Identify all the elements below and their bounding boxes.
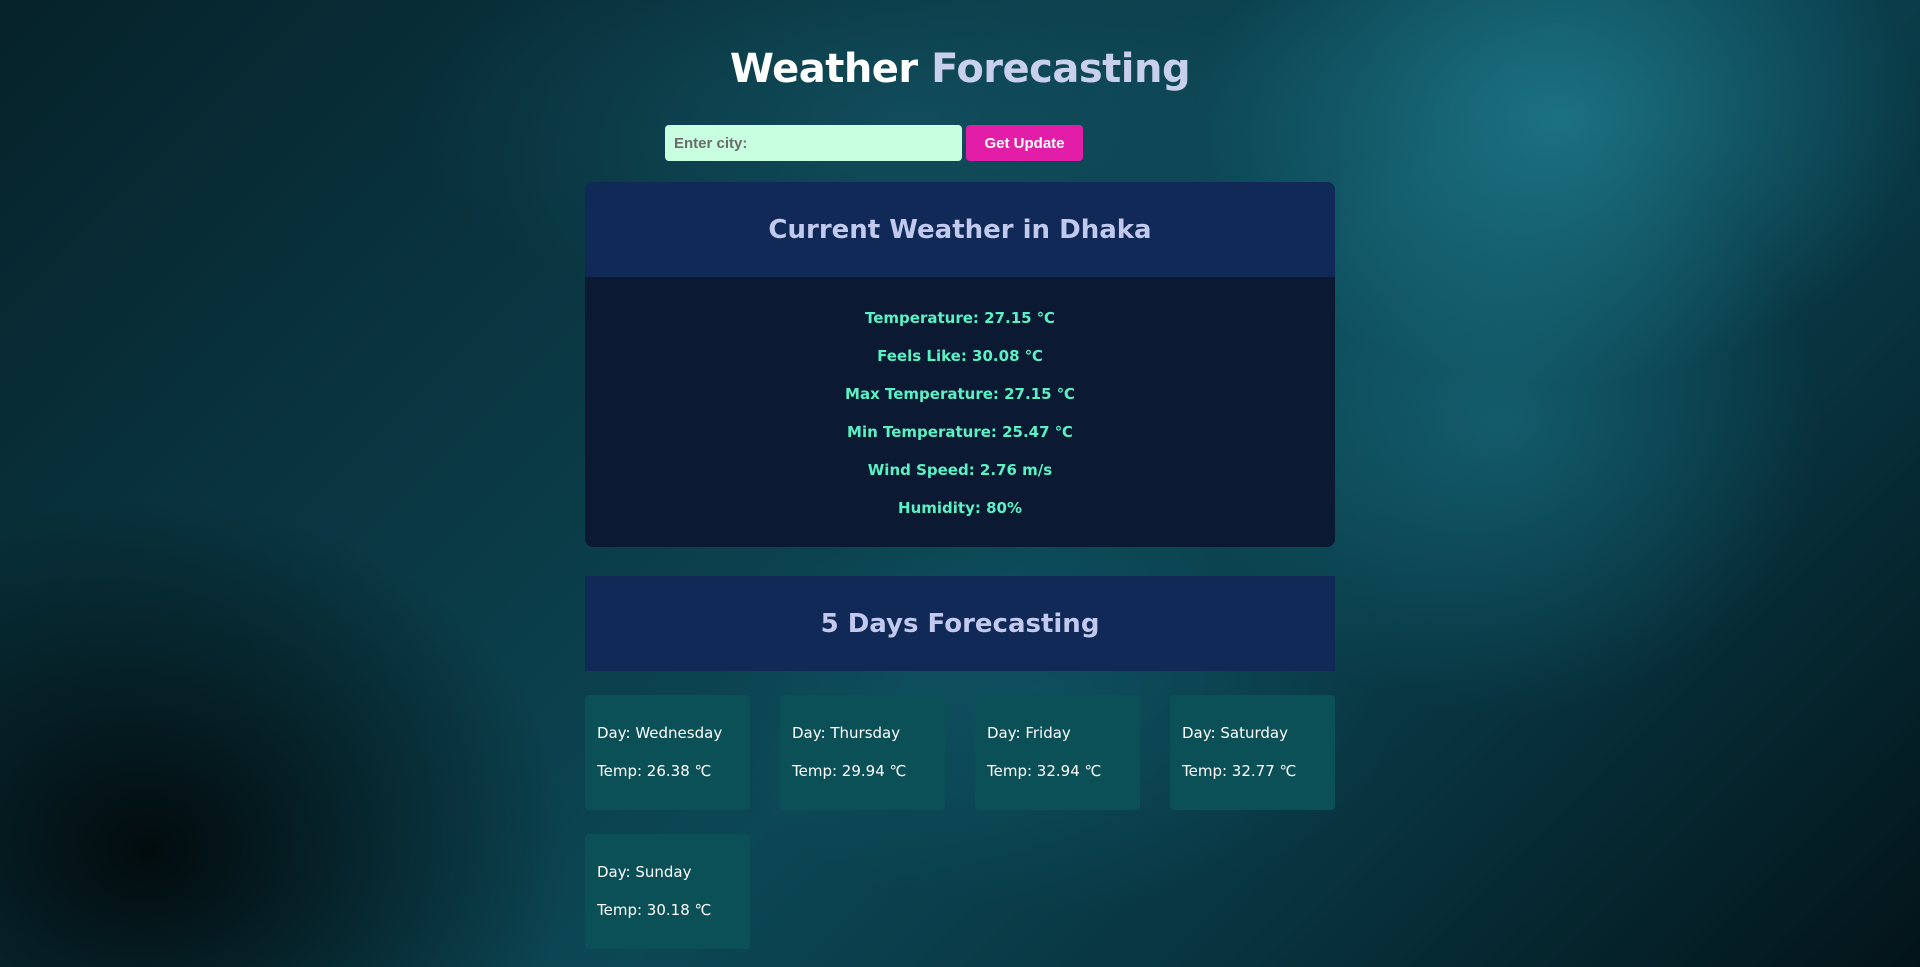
forecast-temp-label: Temp: 32.94 ℃ bbox=[987, 762, 1102, 780]
title-word-forecasting: Forecasting bbox=[931, 46, 1191, 92]
forecast-day-card: Day: Wednesday Temp: 26.38 ℃ bbox=[585, 695, 750, 810]
page-title: Weather Forecasting bbox=[0, 46, 1920, 92]
feels-like-stat: Feels Like: 30.08 ℃ bbox=[877, 347, 1043, 365]
temperature-stat: Temperature: 27.15 ℃ bbox=[865, 309, 1055, 327]
city-search-input[interactable] bbox=[665, 125, 962, 161]
wind-speed-stat: Wind Speed: 2.76 m/s bbox=[867, 461, 1053, 479]
forecast-day-label: Day: Saturday bbox=[1182, 724, 1288, 742]
forecast-temp-label: Temp: 26.38 ℃ bbox=[597, 762, 712, 780]
min-temperature-stat: Min Temperature: 25.47 ℃ bbox=[847, 423, 1073, 441]
current-weather-stats: Temperature: 27.15 ℃ Feels Like: 30.08 ℃… bbox=[585, 277, 1335, 527]
search-bar: Get Update bbox=[665, 125, 1083, 161]
humidity-stat: Humidity: 80% bbox=[898, 499, 1022, 517]
weather-page: Weather Forecasting Get Update Current W… bbox=[0, 0, 1920, 967]
max-temperature-stat: Max Temperature: 27.15 ℃ bbox=[845, 385, 1075, 403]
current-weather-card: Current Weather in Dhaka Temperature: 27… bbox=[585, 182, 1335, 547]
forecast-day-label: Day: Thursday bbox=[792, 724, 901, 742]
forecast-heading: 5 Days Forecasting bbox=[585, 576, 1335, 671]
forecast-day-card: Day: Sunday Temp: 30.18 ℃ bbox=[585, 834, 750, 949]
forecast-day-card: Day: Saturday Temp: 32.77 ℃ bbox=[1170, 695, 1335, 810]
get-update-button[interactable]: Get Update bbox=[966, 125, 1083, 161]
current-weather-heading: Current Weather in Dhaka bbox=[585, 182, 1335, 277]
title-word-weather: Weather bbox=[729, 46, 918, 92]
forecast-temp-label: Temp: 29.94 ℃ bbox=[792, 762, 907, 780]
forecast-day-label: Day: Wednesday bbox=[597, 724, 723, 742]
forecast-temp-label: Temp: 32.77 ℃ bbox=[1182, 762, 1297, 780]
forecast-temp-label: Temp: 30.18 ℃ bbox=[597, 901, 712, 919]
forecast-day-card: Day: Friday Temp: 32.94 ℃ bbox=[975, 695, 1140, 810]
forecast-day-card: Day: Thursday Temp: 29.94 ℃ bbox=[780, 695, 945, 810]
forecast-day-label: Day: Friday bbox=[987, 724, 1071, 742]
forecast-day-label: Day: Sunday bbox=[597, 863, 692, 881]
